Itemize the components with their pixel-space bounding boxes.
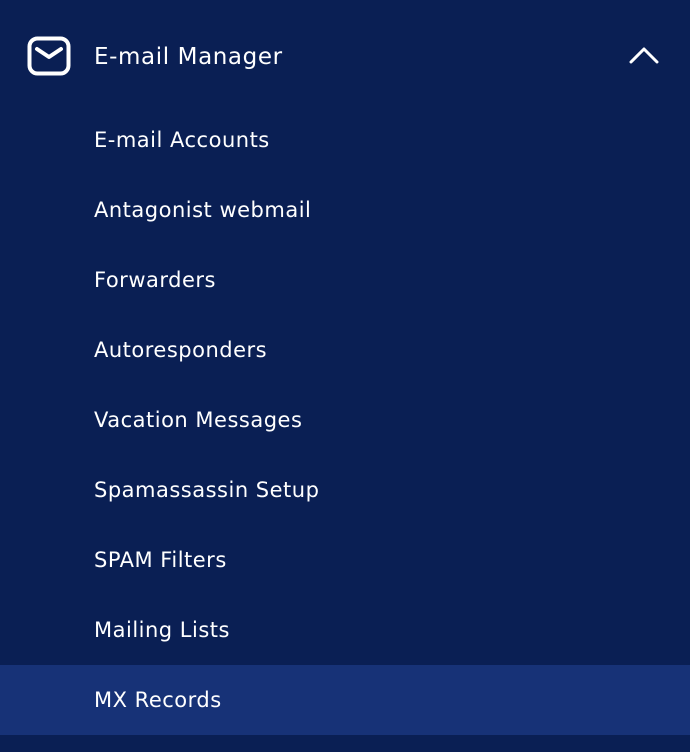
menu-item-label: MX Records <box>94 688 222 712</box>
email-manager-header[interactable]: E-mail Manager <box>0 22 690 92</box>
menu-item-spamassassin-setup[interactable]: Spamassassin Setup <box>0 455 690 525</box>
menu-item-label: Autoresponders <box>94 338 268 362</box>
menu-item-label: Vacation Messages <box>94 408 303 432</box>
email-submenu: E-mail Accounts Antagonist webmail Forwa… <box>0 105 690 735</box>
menu-item-email-accounts[interactable]: E-mail Accounts <box>0 105 690 175</box>
menu-item-autoresponders[interactable]: Autoresponders <box>0 315 690 385</box>
menu-item-label: SPAM Filters <box>94 548 227 572</box>
email-manager-menu: E-mail Manager E-mail Accounts Antagonis… <box>0 0 690 752</box>
chevron-up-icon[interactable] <box>628 45 660 65</box>
menu-item-label: E-mail Accounts <box>94 128 270 152</box>
menu-item-vacation-messages[interactable]: Vacation Messages <box>0 385 690 455</box>
menu-item-label: Mailing Lists <box>94 618 230 642</box>
menu-item-spam-filters[interactable]: SPAM Filters <box>0 525 690 595</box>
menu-item-forwarders[interactable]: Forwarders <box>0 245 690 315</box>
menu-item-label: Spamassassin Setup <box>94 478 320 502</box>
menu-title: E-mail Manager <box>94 44 283 70</box>
menu-item-mailing-lists[interactable]: Mailing Lists <box>0 595 690 665</box>
mail-icon <box>27 36 71 76</box>
menu-item-label: Forwarders <box>94 268 216 292</box>
menu-item-mx-records[interactable]: MX Records <box>0 665 690 735</box>
menu-item-label: Antagonist webmail <box>94 198 312 222</box>
menu-item-antagonist-webmail[interactable]: Antagonist webmail <box>0 175 690 245</box>
